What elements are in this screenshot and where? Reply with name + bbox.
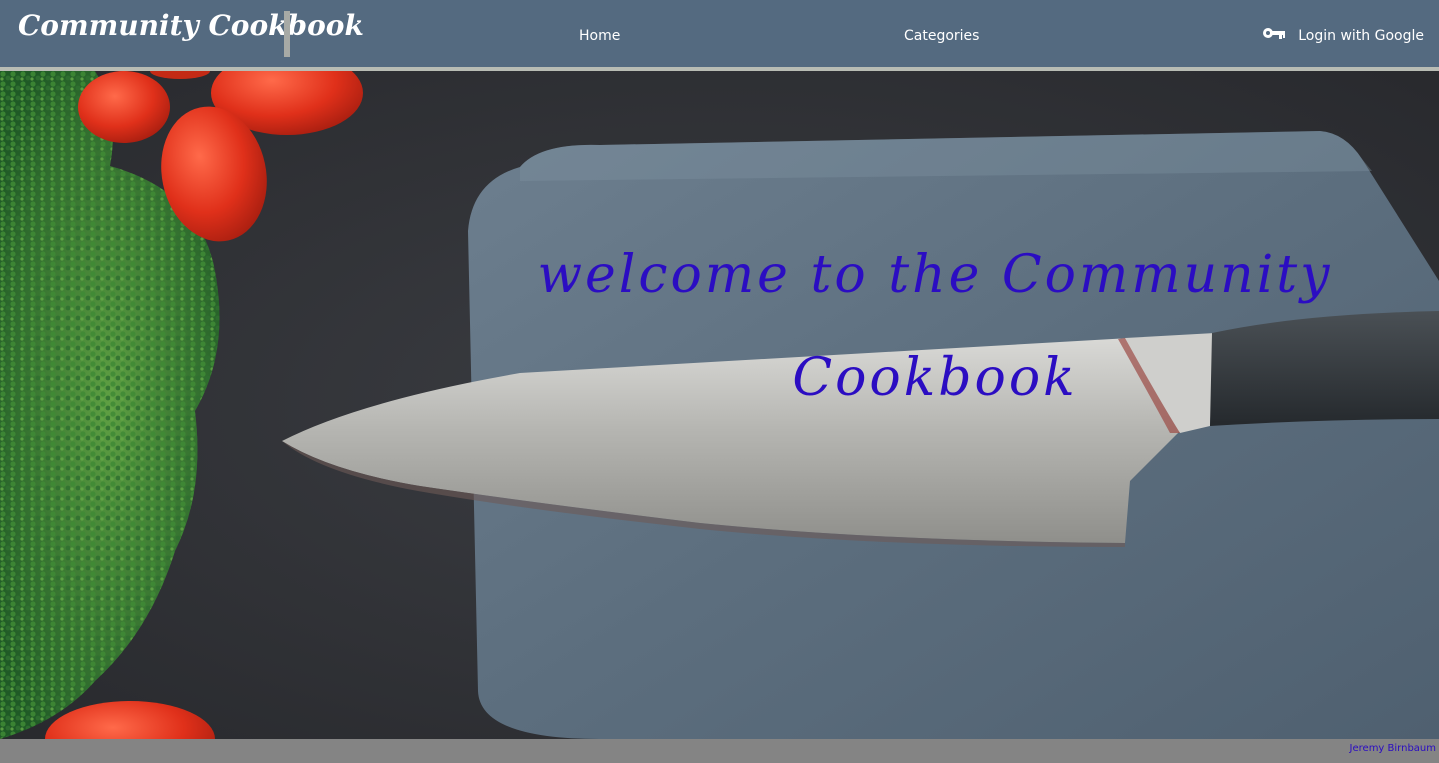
nav-categories-link[interactable]: Categories [904, 28, 979, 44]
brand-logo-link[interactable]: Community Cookbook [18, 9, 364, 42]
nav-home-link[interactable]: Home [579, 28, 620, 44]
brand-divider [284, 11, 290, 57]
footer-author: Jeremy Birnbaum [1349, 743, 1436, 754]
top-navbar: Community Cookbook Home Categories Login… [0, 0, 1439, 71]
key-icon[interactable] [1262, 26, 1286, 40]
welcome-heading: welcome to the Community Cookbook [537, 245, 1333, 408]
footer-bar: Jeremy Birnbaum [0, 739, 1439, 763]
login-with-google-link[interactable]: Login with Google [1298, 28, 1424, 44]
hero-section: welcome to the Community Cookbook [0, 71, 1439, 739]
